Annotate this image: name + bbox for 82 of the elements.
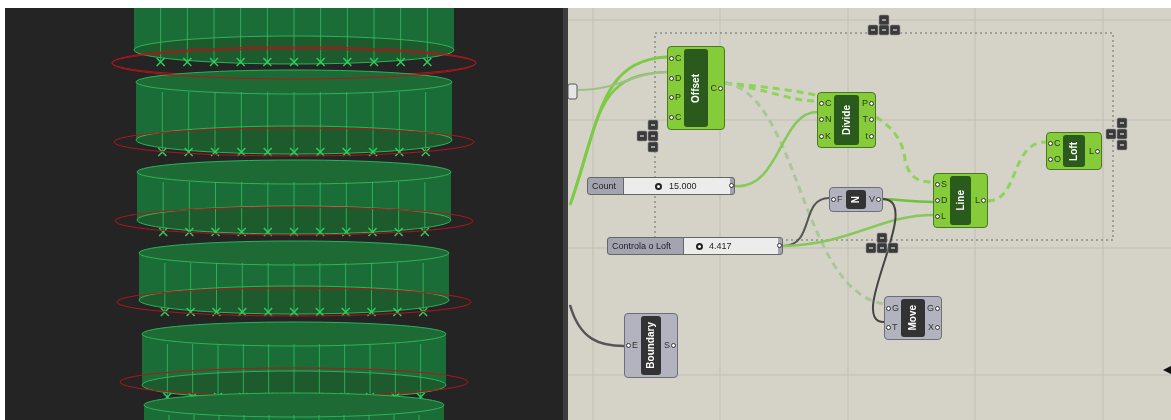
input-label: E [632, 341, 638, 350]
input-label: P [675, 93, 681, 103]
wire [568, 304, 625, 348]
component-name: Divide [841, 105, 852, 135]
port-icon[interactable] [886, 306, 891, 311]
slider-label: Count [591, 180, 618, 193]
input-label: O [1054, 154, 1061, 164]
port-icon[interactable] [935, 181, 940, 187]
group-handle-icon[interactable] [636, 119, 659, 153]
port-icon[interactable] [669, 114, 674, 120]
input-label: L [941, 212, 946, 222]
port-icon[interactable] [1048, 156, 1053, 162]
output-label: L [1089, 146, 1094, 156]
input-label: T [892, 323, 898, 332]
component-node[interactable]: S D L Line L [933, 173, 988, 228]
port-icon[interactable] [876, 197, 881, 202]
slider-knob[interactable] [655, 183, 663, 190]
port-icon[interactable] [819, 100, 824, 106]
port-icon[interactable] [935, 306, 940, 311]
output-label: S [664, 341, 670, 350]
output-label: P [862, 98, 868, 108]
component-name: Loft [1069, 141, 1079, 161]
port-icon[interactable] [831, 197, 836, 202]
port-icon[interactable] [671, 343, 676, 348]
port-icon[interactable] [935, 198, 940, 203]
slider-value: 15.000 [668, 180, 697, 193]
group-handle-icon[interactable] [867, 14, 901, 36]
port-icon[interactable] [886, 325, 891, 330]
port-icon[interactable] [669, 56, 674, 62]
input-label: S [941, 179, 947, 189]
port-icon[interactable] [819, 117, 824, 123]
input-label: F [837, 195, 843, 204]
output-label: C [710, 83, 717, 93]
number-slider[interactable]: Controla o Loft 4.417 [607, 237, 783, 255]
output-label: G [927, 304, 934, 313]
slider-value: 4.417 [709, 240, 732, 253]
output-label: X [928, 323, 934, 332]
group-handle-icon[interactable] [865, 232, 899, 254]
port-icon[interactable] [935, 325, 940, 330]
wire [987, 140, 1047, 203]
input-label: C [825, 98, 832, 108]
component-name: Boundary [646, 322, 656, 369]
port-icon[interactable] [669, 75, 674, 81]
port-icon[interactable] [981, 198, 986, 203]
input-label: G [892, 304, 899, 313]
input-label: D [941, 196, 948, 205]
port-icon[interactable] [869, 117, 874, 123]
output-label: L [975, 196, 980, 205]
input-label: C [675, 54, 682, 64]
input-label: C [1054, 138, 1061, 148]
number-slider[interactable]: Count 15.000 [587, 177, 735, 195]
slider-knob[interactable] [695, 243, 703, 250]
component-node[interactable]: E Boundary S [624, 313, 678, 378]
port-icon[interactable] [718, 85, 723, 91]
port-icon[interactable] [669, 95, 674, 101]
component-name: N [851, 195, 861, 204]
port-icon[interactable] [819, 134, 824, 140]
component-name: Offset [691, 73, 701, 103]
component-name: Move [908, 305, 918, 331]
slider-label: Controla o Loft [611, 240, 673, 253]
input-label: K [825, 132, 831, 142]
input-label: N [825, 115, 832, 125]
port-icon[interactable] [935, 214, 940, 220]
port-icon[interactable] [869, 134, 874, 140]
port-icon[interactable] [777, 243, 782, 248]
input-label: C [675, 112, 682, 122]
port-icon[interactable] [1048, 140, 1053, 146]
port-icon[interactable] [1095, 148, 1100, 154]
slider-track[interactable]: 15.000 [623, 178, 730, 194]
component-name: Line [955, 190, 966, 211]
port-icon[interactable] [626, 343, 631, 348]
input-label: D [675, 73, 682, 83]
port-icon[interactable] [869, 100, 874, 106]
output-label: V [869, 195, 875, 204]
component-node[interactable]: F N V [829, 187, 883, 212]
cursor-icon [1163, 366, 1171, 374]
port-icon[interactable] [729, 183, 734, 188]
slider-track[interactable]: 4.417 [683, 238, 778, 254]
output-label: t [865, 132, 868, 142]
group-handle-icon[interactable] [1105, 117, 1128, 151]
output-label: T [862, 115, 868, 125]
panel-edge [568, 83, 578, 100]
